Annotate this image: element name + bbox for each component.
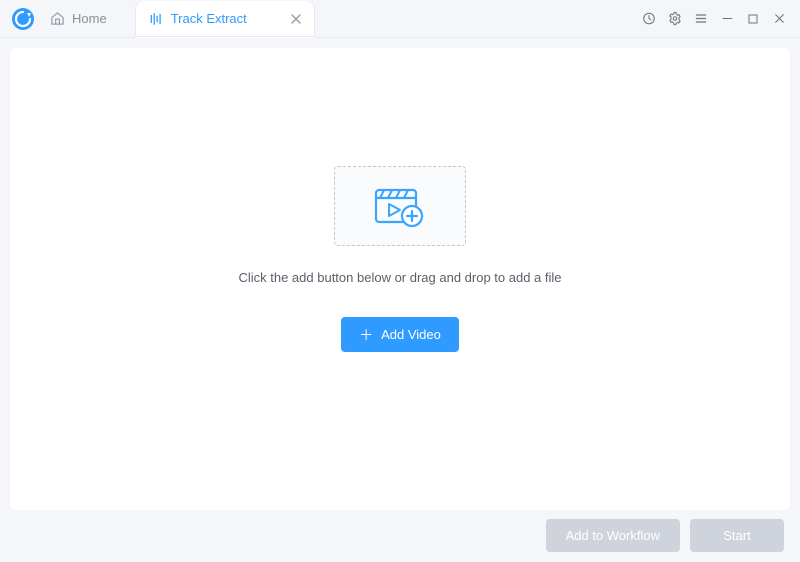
menu-icon[interactable] — [694, 12, 708, 26]
tab-track-extract-label: Track Extract — [171, 11, 247, 26]
gear-icon[interactable] — [668, 12, 682, 26]
tab-track-extract[interactable]: Track Extract — [135, 1, 315, 38]
add-video-button[interactable]: ＋ Add Video — [341, 317, 459, 352]
add-to-workflow-button[interactable]: Add to Workflow — [546, 519, 680, 552]
app-window: Home Track Extract — [0, 0, 800, 562]
empty-state: Click the add button below or drag and d… — [10, 48, 790, 510]
add-video-button-label: Add Video — [381, 327, 441, 342]
close-icon[interactable] — [772, 12, 786, 26]
app-logo-icon — [12, 8, 34, 30]
history-icon[interactable] — [642, 12, 656, 26]
add-video-clapper-icon — [372, 182, 428, 230]
titlebar: Home Track Extract — [0, 0, 800, 38]
maximize-icon[interactable] — [746, 12, 760, 26]
window-controls — [642, 12, 800, 26]
dropzone[interactable] — [334, 166, 466, 246]
start-button-label: Start — [723, 528, 750, 543]
tab-strip: Home Track Extract — [44, 0, 315, 38]
home-icon — [50, 11, 65, 26]
main-panel: Click the add button below or drag and d… — [10, 48, 790, 510]
plus-icon: ＋ — [359, 328, 373, 342]
tab-close-icon[interactable] — [287, 12, 305, 26]
instruction-text: Click the add button below or drag and d… — [238, 270, 561, 285]
add-to-workflow-label: Add to Workflow — [566, 528, 660, 543]
tab-home[interactable]: Home — [44, 0, 135, 38]
start-button[interactable]: Start — [690, 519, 784, 552]
minimize-icon[interactable] — [720, 12, 734, 26]
tab-home-label: Home — [72, 11, 107, 26]
footer: Add to Workflow Start — [0, 514, 800, 562]
track-extract-icon — [149, 12, 163, 26]
